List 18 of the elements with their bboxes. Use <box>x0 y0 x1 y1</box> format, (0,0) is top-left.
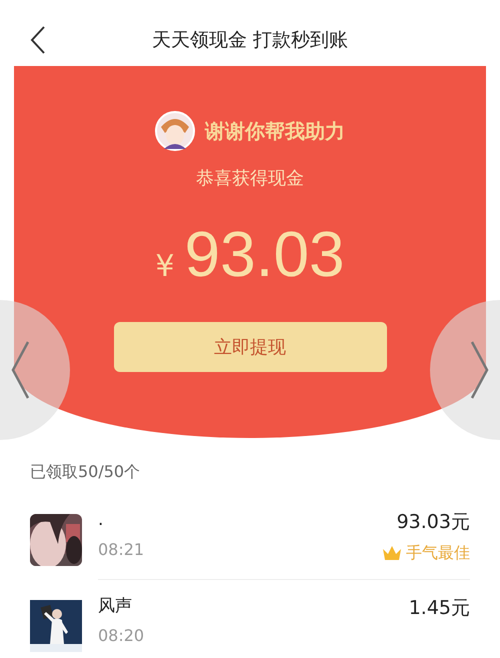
claim-time: 08:20 <box>98 624 144 646</box>
crown-icon <box>382 544 402 560</box>
currency-symbol: ¥ <box>155 248 174 286</box>
claimed-amount: 1.45元 <box>408 596 470 620</box>
best-luck-label: 手气最佳 <box>406 542 470 564</box>
claimed-amount: 93.03元 <box>396 510 470 535</box>
message-text: 谢谢你帮我助力 <box>205 118 345 145</box>
user-name: . <box>98 509 104 532</box>
claimed-count: 已领取50/50个 <box>30 462 140 481</box>
withdraw-button[interactable]: 立即提现 <box>114 322 386 372</box>
subtitle-text: 恭喜获得现金 <box>196 167 304 191</box>
previous-icon[interactable] <box>10 340 30 400</box>
next-icon[interactable] <box>470 340 490 400</box>
cash-amount: 93.03 <box>184 217 345 292</box>
back-icon[interactable] <box>30 25 46 55</box>
page-title: 天天领现金 打款秒到账 <box>152 28 348 53</box>
user-name: 风声 <box>98 594 133 618</box>
claim-time: 08:21 <box>98 539 144 561</box>
